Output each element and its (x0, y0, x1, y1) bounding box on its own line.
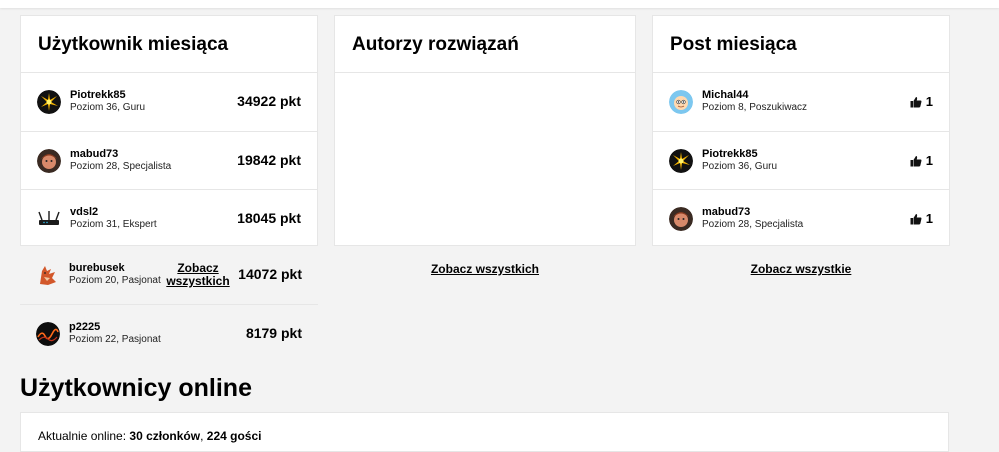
user-level: Poziom 36, Guru (702, 161, 778, 172)
card-title: Autorzy rozwiązań (352, 34, 519, 55)
divider (335, 72, 635, 73)
post-row[interactable]: mabud73 Poziom 28, Specjalista 1 (653, 189, 949, 248)
thumbs-up-icon (910, 213, 922, 224)
post-row[interactable]: Piotrekk85 Poziom 36, Guru 1 (653, 131, 949, 190)
online-separator: , (200, 429, 207, 443)
face-avatar-icon[interactable] (669, 207, 693, 231)
likes-count: 1 (910, 94, 933, 109)
cartoon-avatar-icon[interactable] (669, 90, 693, 114)
online-status-text: Aktualnie online: 30 członków, 224 gości (38, 429, 261, 443)
user-row[interactable]: p2225 Poziom 22, Pasjonat 8179 pkt (20, 304, 318, 363)
top-header-bar (0, 0, 999, 8)
fireworks-avatar-icon[interactable] (669, 149, 693, 173)
likes-value: 1 (925, 211, 933, 226)
username[interactable]: mabud73 (70, 148, 118, 160)
online-guests-count: 224 gości (206, 429, 262, 443)
user-row[interactable]: vdsl2 Poziom 31, Ekspert 18045 pkt (21, 189, 317, 248)
post-of-month-card: Post miesiąca Michal44 Poziom 8, Poszuki… (652, 15, 950, 246)
likes-count: 1 (910, 211, 933, 226)
router-avatar-icon[interactable] (37, 207, 61, 231)
fox-avatar-icon[interactable] (36, 263, 60, 287)
username[interactable]: Piotrekk85 (702, 148, 758, 160)
user-level: Poziom 31, Ekspert (70, 219, 157, 230)
user-row[interactable]: Piotrekk85 Poziom 36, Guru 34922 pkt (21, 73, 317, 131)
see-all-authors-link[interactable]: Zobacz wszystkich (334, 263, 636, 276)
user-level: Poziom 36, Guru (70, 102, 146, 113)
card-title: Post miesiąca (670, 34, 797, 55)
user-points: 8179 pkt (245, 325, 302, 341)
user-level: Poziom 20, Pasjonat (69, 275, 161, 286)
username[interactable]: vdsl2 (70, 206, 98, 218)
user-level: Poziom 22, Pasjonat (69, 334, 161, 345)
username[interactable]: Michal44 (702, 89, 748, 101)
see-all-posts-link[interactable]: Zobacz wszystkie (652, 263, 950, 276)
user-points: 34922 pkt (237, 93, 301, 109)
online-prefix: Aktualnie online: (38, 429, 130, 443)
post-row[interactable]: Michal44 Poziom 8, Poszukiwacz 1 (653, 73, 949, 131)
user-of-month-card: Użytkownik miesiąca Piotrekk85 Poziom 36… (20, 15, 318, 246)
user-level: Poziom 28, Specjalista (702, 219, 804, 230)
user-points: 14072 pkt (238, 266, 302, 282)
online-users-heading: Użytkownicy online (20, 374, 252, 402)
username[interactable]: burebusek (69, 262, 125, 274)
username[interactable]: p2225 (69, 321, 100, 333)
user-row[interactable]: mabud73 Poziom 28, Specjalista 19842 pkt (21, 131, 317, 190)
likes-value: 1 (925, 153, 933, 168)
see-all-users-link[interactable]: Zobacz wszystkich (163, 262, 233, 288)
solution-authors-card: Autorzy rozwiązań (334, 15, 636, 246)
fireworks-avatar-icon[interactable] (37, 90, 61, 114)
card-title: Użytkownik miesiąca (38, 34, 229, 55)
user-level: Poziom 8, Poszukiwacz (702, 102, 808, 113)
online-users-card: Aktualnie online: 30 członków, 224 gości (20, 412, 949, 452)
likes-count: 1 (910, 153, 933, 168)
online-members-count: 30 członków (129, 429, 201, 443)
user-level: Poziom 28, Specjalista (70, 161, 172, 172)
username[interactable]: mabud73 (702, 206, 750, 218)
user-points: 19842 pkt (237, 152, 301, 168)
user-row[interactable]: burebusek Poziom 20, Pasjonat 14072 pkt … (20, 246, 318, 304)
abstract-avatar-icon[interactable] (36, 322, 60, 346)
face-avatar-icon[interactable] (37, 149, 61, 173)
user-points: 18045 pkt (237, 210, 301, 226)
username[interactable]: Piotrekk85 (70, 89, 126, 101)
thumbs-up-icon (910, 155, 922, 166)
thumbs-up-icon (910, 96, 922, 107)
likes-value: 1 (925, 94, 933, 109)
